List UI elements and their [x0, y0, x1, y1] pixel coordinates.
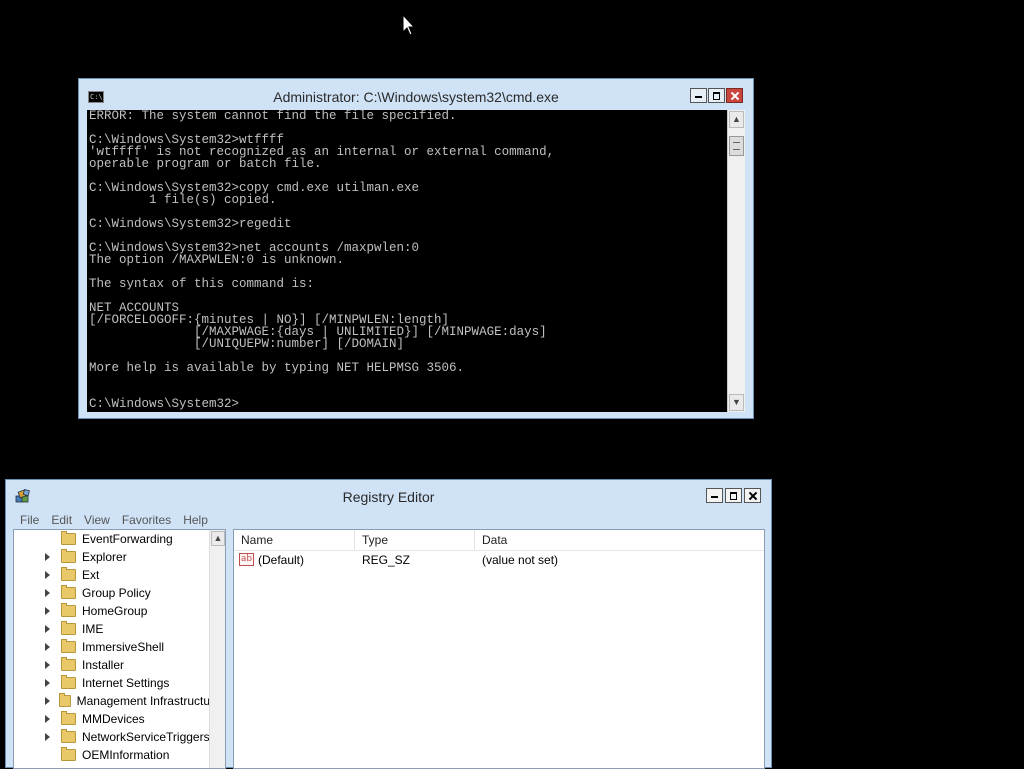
tree-node-label: ImmersiveShell [82, 640, 165, 654]
folder-icon [61, 567, 76, 581]
tree-node-label: OEMInformation [82, 748, 170, 762]
minimize-button[interactable] [706, 488, 723, 503]
regedit-titlebar[interactable]: Registry Editor [6, 480, 771, 510]
expand-arrow-icon[interactable] [44, 607, 52, 615]
scrollbar-thumb[interactable] [729, 136, 744, 156]
maximize-button[interactable] [725, 488, 742, 503]
menu-edit[interactable]: Edit [45, 510, 78, 530]
column-header-type[interactable]: Type [355, 530, 475, 550]
value-name: (Default) [258, 553, 305, 567]
tree-node-ime[interactable]: IME [14, 620, 210, 638]
expander-icon [44, 751, 52, 759]
folder-icon [61, 603, 76, 617]
tree-node-label: NetworkServiceTriggers [82, 730, 210, 744]
expand-arrow-icon[interactable] [44, 679, 52, 687]
value-data: (value not set) [482, 553, 559, 567]
expand-arrow-icon[interactable] [44, 733, 52, 741]
console-text: ERROR: The system cannot find the file s… [89, 110, 555, 411]
tree-node-label: Explorer [82, 550, 127, 564]
minimize-button[interactable] [690, 88, 707, 103]
column-header-name[interactable]: Name [234, 530, 355, 550]
menu-help[interactable]: Help [177, 510, 214, 530]
regedit-window-controls [706, 488, 761, 503]
scroll-up-arrow-icon[interactable]: ▲ [211, 531, 225, 546]
registry-tree-pane[interactable]: EventForwarding Explorer Ext Group Polic… [13, 529, 226, 769]
tree-node-label: Group Policy [82, 586, 151, 600]
tree-node-eventforwarding[interactable]: EventForwarding [14, 530, 210, 548]
console-output-area[interactable]: ERROR: The system cannot find the file s… [87, 110, 727, 412]
expand-arrow-icon[interactable] [44, 661, 52, 669]
menu-view[interactable]: View [78, 510, 116, 530]
close-button[interactable] [726, 88, 743, 103]
tree-node-explorer[interactable]: Explorer [14, 548, 210, 566]
expand-arrow-icon[interactable] [44, 625, 52, 633]
expand-arrow-icon[interactable] [44, 697, 50, 705]
folder-icon [61, 729, 76, 743]
tree-node-mmdevices[interactable]: MMDevices [14, 710, 210, 728]
regedit-window-title: Registry Editor [342, 489, 435, 505]
menu-bar: File Edit View Favorites Help [6, 510, 771, 530]
tree-node-label: Installer [82, 658, 125, 672]
tree-node-networkservicetriggers[interactable]: NetworkServiceTriggers [14, 728, 210, 746]
tree-node-label: HomeGroup [82, 604, 148, 618]
tree-node-management-infrastructure[interactable]: Management Infrastructu [14, 692, 210, 710]
cmd-window-title: Administrator: C:\Windows\system32\cmd.e… [273, 89, 559, 105]
string-value-icon: ab [239, 553, 254, 566]
column-headers: Name Type Data [234, 530, 764, 551]
value-row[interactable]: ab (Default) REG_SZ (value not set) [234, 550, 764, 570]
tree-vertical-scrollbar[interactable]: ▲ [209, 530, 225, 768]
folder-icon [61, 747, 76, 761]
tree-node-installer[interactable]: Installer [14, 656, 210, 674]
expand-arrow-icon[interactable] [44, 715, 52, 723]
tree-node-label: IME [82, 622, 104, 636]
cmd-titlebar[interactable]: C:\. Administrator: C:\Windows\system32\… [79, 79, 753, 110]
folder-icon [61, 549, 76, 563]
expand-arrow-icon[interactable] [44, 589, 52, 597]
tree-node-ext[interactable]: Ext [14, 566, 210, 584]
folder-icon [61, 675, 76, 689]
tree-node-homegroup[interactable]: HomeGroup [14, 602, 210, 620]
tree-node-label: EventForwarding [82, 532, 173, 546]
scroll-up-arrow-icon[interactable]: ▲ [729, 111, 744, 128]
tree-node-label: MMDevices [82, 712, 145, 726]
expand-arrow-icon[interactable] [44, 553, 52, 561]
tree-node-label: Management Infrastructu [76, 694, 210, 708]
column-header-data[interactable]: Data [475, 530, 764, 550]
folder-icon [61, 531, 76, 545]
scroll-down-arrow-icon[interactable]: ▼ [729, 394, 744, 411]
tree-node-label: Internet Settings [82, 676, 170, 690]
expander-icon [44, 535, 52, 543]
maximize-button[interactable] [708, 88, 725, 103]
close-button[interactable] [744, 488, 761, 503]
folder-icon [58, 693, 71, 707]
expand-arrow-icon[interactable] [44, 571, 52, 579]
tree-node-internet-settings[interactable]: Internet Settings [14, 674, 210, 692]
menu-favorites[interactable]: Favorites [116, 510, 177, 530]
tree-node-immersiveshell[interactable]: ImmersiveShell [14, 638, 210, 656]
folder-icon [61, 711, 76, 725]
folder-icon [61, 639, 76, 653]
cmd-window-controls [690, 88, 743, 103]
cmd-window[interactable]: C:\. Administrator: C:\Windows\system32\… [78, 78, 754, 419]
value-type: REG_SZ [362, 553, 411, 567]
folder-icon [61, 585, 76, 599]
menu-file[interactable]: File [14, 510, 45, 530]
expand-arrow-icon[interactable] [44, 643, 52, 651]
cmd-vertical-scrollbar[interactable]: ▲ ▼ [727, 110, 745, 412]
mouse-pointer-icon [402, 14, 416, 36]
tree-node-oeminformation[interactable]: OEMInformation [14, 746, 210, 764]
folder-icon [61, 621, 76, 635]
registry-values-pane[interactable]: Name Type Data ab (Default) REG_SZ (valu… [233, 529, 765, 769]
tree-node-group-policy[interactable]: Group Policy [14, 584, 210, 602]
registry-editor-window[interactable]: Registry Editor File Edit View Favorites… [5, 479, 772, 769]
tree-node-label: Ext [82, 568, 100, 582]
folder-icon [61, 657, 76, 671]
